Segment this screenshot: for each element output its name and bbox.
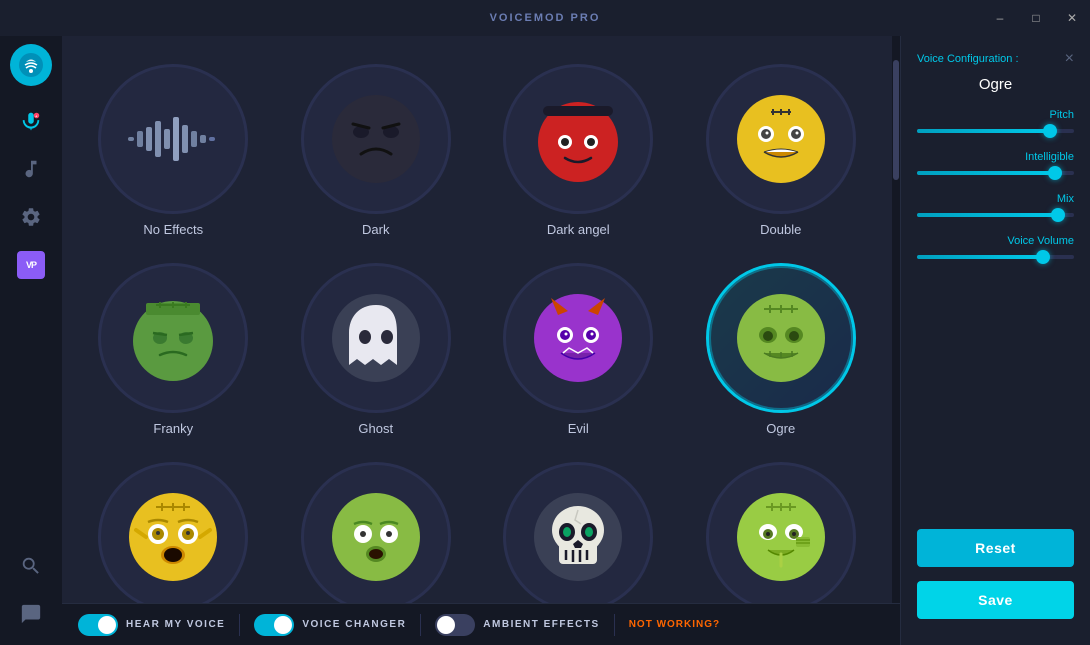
voice-item-zombie[interactable]: Zombie: [690, 454, 873, 603]
titlebar: VOICEMOD PRO – □ ✕: [0, 0, 1090, 36]
voice-changer-toggle[interactable]: [254, 614, 294, 636]
voice-circle-spirit: [503, 462, 653, 603]
voice-item-franky[interactable]: Franky: [82, 255, 265, 444]
voice-circle-evil: [503, 263, 653, 413]
intelligible-slider-fill: [917, 171, 1055, 175]
content-area: No Effects: [62, 36, 900, 645]
hear-my-voice-knob: [98, 616, 116, 634]
mix-slider-fill: [917, 213, 1058, 217]
voice-circle-double: [706, 64, 856, 214]
voice-item-dark-angel[interactable]: Dark angel: [487, 56, 670, 245]
mix-label: Mix: [917, 193, 1074, 205]
ambient-effects-toggle[interactable]: [435, 614, 475, 636]
voice-circle-fear: [98, 462, 248, 603]
svg-text:+: +: [35, 114, 37, 118]
voice-item-evil[interactable]: Evil: [487, 255, 670, 444]
voice-item-double[interactable]: Double: [690, 56, 873, 245]
window-controls: – □ ✕: [982, 0, 1090, 36]
voice-volume-slider-thumb[interactable]: [1036, 250, 1050, 264]
voice-circle-dark: [301, 64, 451, 214]
voice-volume-label: Voice Volume: [917, 235, 1074, 247]
voice-item-ogre[interactable]: Ogre: [690, 255, 873, 444]
voice-volume-slider-track[interactable]: [917, 255, 1074, 259]
voice-volume-slider-fill: [917, 255, 1043, 259]
ambient-effects-knob: [437, 616, 455, 634]
voice-item-dark[interactable]: Dark: [285, 56, 468, 245]
pitch-slider-section: Pitch: [917, 109, 1074, 143]
not-working-label[interactable]: NOT WORKING?: [629, 619, 720, 630]
voice-changer-knob: [274, 616, 292, 634]
voice-grid: No Effects: [62, 36, 892, 603]
ambient-effects-label: AMBIENT EFFECTS: [483, 619, 599, 630]
voice-circle-no-effects: [98, 64, 248, 214]
separator-1: [239, 614, 240, 636]
ambient-effects-group: AMBIENT EFFECTS: [435, 614, 599, 636]
sidebar-item-settings[interactable]: [10, 196, 52, 238]
voice-circle-possessed: [301, 462, 451, 603]
voice-circle-ogre: [706, 263, 856, 413]
voice-volume-slider-section: Voice Volume: [917, 235, 1074, 269]
voice-item-spirit[interactable]: Spirit: [487, 454, 670, 603]
voice-label-dark: Dark: [362, 222, 389, 237]
sidebar-logo[interactable]: [10, 44, 52, 86]
voice-changer-group: VOICE CHANGER: [254, 614, 406, 636]
mix-slider-thumb[interactable]: [1051, 208, 1065, 222]
main-layout: + VP: [0, 36, 1090, 645]
maximize-button[interactable]: □: [1018, 0, 1054, 36]
voice-label-double: Double: [760, 222, 801, 237]
voice-changer-label: VOICE CHANGER: [302, 619, 406, 630]
scrollbar-track[interactable]: [892, 36, 900, 603]
voice-label-dark-angel: Dark angel: [547, 222, 610, 237]
panel-spacer: [917, 277, 1074, 521]
sidebar-item-vp[interactable]: VP: [10, 244, 52, 286]
voice-circle-franky: [98, 263, 248, 413]
voice-circle-zombie: [706, 462, 856, 603]
app-title: VOICEMOD PRO: [490, 12, 601, 24]
pitch-slider-thumb[interactable]: [1043, 124, 1057, 138]
separator-2: [420, 614, 421, 636]
intelligible-slider-section: Intelligible: [917, 151, 1074, 185]
pitch-slider-fill: [917, 129, 1050, 133]
mix-slider-section: Mix: [917, 193, 1074, 227]
close-button[interactable]: ✕: [1054, 0, 1090, 36]
voice-config-name: Ogre: [917, 76, 1074, 93]
sidebar: + VP: [0, 36, 62, 645]
sidebar-item-voice-effects[interactable]: +: [10, 100, 52, 142]
voice-label-franky: Franky: [153, 421, 193, 436]
voice-grid-container[interactable]: No Effects: [62, 36, 892, 603]
voice-circle-dark-angel: [503, 64, 653, 214]
sidebar-bottom: [10, 545, 52, 645]
voice-item-fear[interactable]: Fear: [82, 454, 265, 603]
hear-my-voice-group: HEAR MY VOICE: [78, 614, 225, 636]
bottom-bar: HEAR MY VOICE VOICE CHANGER AMBIENT EFFE…: [62, 603, 900, 645]
voice-label-no-effects: No Effects: [143, 222, 203, 237]
save-button[interactable]: Save: [917, 581, 1074, 619]
pitch-label: Pitch: [917, 109, 1074, 121]
hear-my-voice-label: HEAR MY VOICE: [126, 619, 225, 630]
voice-label-ghost: Ghost: [358, 421, 393, 436]
voice-label-ogre: Ogre: [766, 421, 795, 436]
voice-item-no-effects[interactable]: No Effects: [82, 56, 265, 245]
scrollbar-thumb[interactable]: [893, 60, 899, 180]
voice-circle-ghost: [301, 263, 451, 413]
voice-item-ghost[interactable]: Ghost: [285, 255, 468, 444]
voice-config-title: Voice Configuration :: [917, 53, 1019, 65]
content-with-scroll: No Effects: [62, 36, 900, 603]
mix-slider-track[interactable]: [917, 213, 1074, 217]
voice-label-evil: Evil: [568, 421, 589, 436]
voice-item-possessed[interactable]: Possessed: [285, 454, 468, 603]
sidebar-item-music[interactable]: [10, 148, 52, 190]
separator-3: [614, 614, 615, 636]
sidebar-item-chat[interactable]: [10, 593, 52, 635]
right-panel: Voice Configuration : × Ogre Pitch Intel…: [900, 36, 1090, 645]
minimize-button[interactable]: –: [982, 0, 1018, 36]
intelligible-label: Intelligible: [917, 151, 1074, 163]
intelligible-slider-thumb[interactable]: [1048, 166, 1062, 180]
pitch-slider-track[interactable]: [917, 129, 1074, 133]
hear-my-voice-toggle[interactable]: [78, 614, 118, 636]
intelligible-slider-track[interactable]: [917, 171, 1074, 175]
reset-button[interactable]: Reset: [917, 529, 1074, 567]
right-panel-close-icon[interactable]: ×: [1065, 50, 1074, 68]
sidebar-item-search[interactable]: [10, 545, 52, 587]
